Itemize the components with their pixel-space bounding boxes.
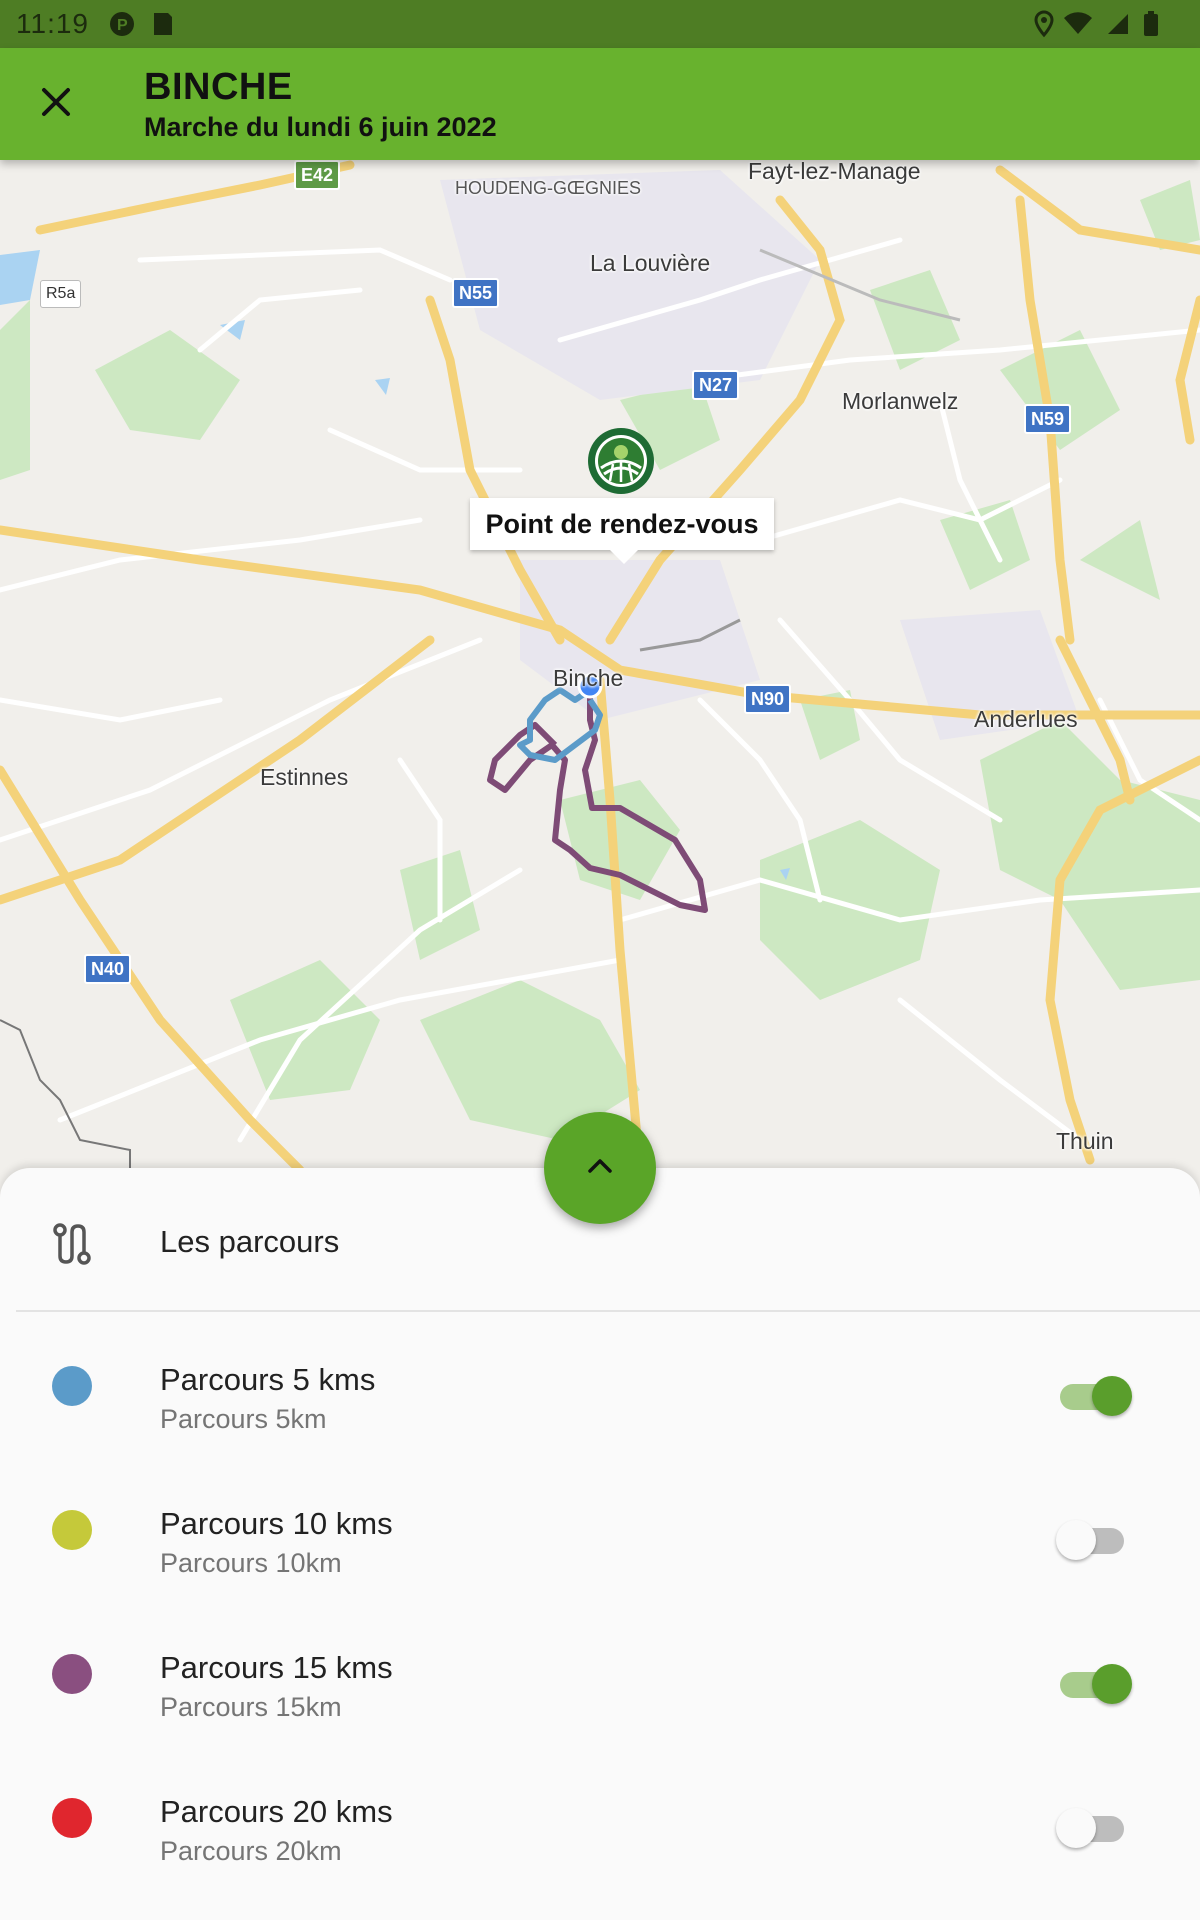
sheet-divider	[16, 1310, 1200, 1312]
map-label-anderlues: Anderlues	[974, 706, 1078, 732]
status-bar: 11:19 P	[0, 0, 1200, 48]
system-icons	[1034, 10, 1184, 43]
route-row-5km[interactable]: Parcours 5 kms Parcours 5km	[0, 1340, 1200, 1484]
app-bar: BINCHE Marche du lundi 6 juin 2022	[0, 48, 1200, 160]
route-title: Parcours 20 kms	[160, 1794, 393, 1829]
meeting-point-callout[interactable]: Point de rendez-vous	[470, 498, 774, 564]
map-view[interactable]: HOUDENG-GŒGNIES Fayt-lez-Manage La Louvi…	[0, 160, 1200, 1170]
route-color-dot	[52, 1510, 92, 1550]
route-subtitle: Parcours 10km	[160, 1548, 342, 1578]
close-button[interactable]	[28, 76, 84, 132]
sheet-title: Les parcours	[160, 1224, 340, 1259]
route-color-dot	[52, 1366, 92, 1406]
map-label-binche: Binche	[553, 665, 624, 691]
map-label-thuin: Thuin	[1056, 1128, 1114, 1154]
close-icon	[41, 87, 71, 122]
status-time: 11:19	[16, 8, 89, 39]
map-label-estinnes: Estinnes	[260, 764, 349, 790]
route-subtitle: Parcours 15km	[160, 1692, 342, 1722]
expand-sheet-button[interactable]	[544, 1112, 656, 1224]
notification-icons: P	[108, 10, 178, 43]
route-title: Parcours 15 kms	[160, 1650, 393, 1685]
route-color-dot	[52, 1798, 92, 1838]
map-label-houdeng: HOUDENG-GŒGNIES	[455, 178, 642, 198]
route-row-20km[interactable]: Parcours 20 kms Parcours 20km	[0, 1772, 1200, 1916]
route-row-10km[interactable]: Parcours 10 kms Parcours 10km	[0, 1484, 1200, 1628]
map-label-morlanwelz: Morlanwelz	[842, 388, 959, 414]
road-shield-n90: N90	[744, 684, 792, 714]
routes-sheet: Les parcours Parcours 5 kms Parcours 5km…	[0, 1168, 1200, 1920]
map-label-la-louviere: La Louvière	[590, 250, 711, 276]
road-shield-n40: N40	[84, 954, 132, 984]
road-shield-r5a: R5a	[40, 280, 82, 308]
meeting-point-icon	[588, 428, 654, 494]
route-title: Parcours 5 kms	[160, 1362, 376, 1397]
road-shield-n55: N55	[452, 278, 500, 308]
page-title: BINCHE	[144, 66, 293, 108]
route-icon	[52, 1222, 92, 1271]
svg-text:P: P	[117, 17, 128, 34]
route-color-dot	[52, 1654, 92, 1694]
route-subtitle: Parcours 20km	[160, 1836, 342, 1866]
road-shield-e42: E42	[294, 160, 341, 190]
route-toggle-15km[interactable]	[1056, 1658, 1132, 1706]
road-shield-n59: N59	[1024, 404, 1072, 434]
route-toggle-5km[interactable]	[1056, 1370, 1132, 1418]
route-title: Parcours 10 kms	[160, 1506, 393, 1541]
route-toggle-20km[interactable]	[1056, 1802, 1132, 1850]
route-subtitle: Parcours 5km	[160, 1404, 327, 1434]
chevron-up-icon	[585, 1156, 615, 1181]
page-subtitle: Marche du lundi 6 juin 2022	[144, 112, 497, 142]
meeting-point-marker[interactable]	[586, 428, 656, 656]
road-shield-n27: N27	[692, 370, 740, 400]
map-label-fayt: Fayt-lez-Manage	[748, 160, 921, 184]
route-row-15km[interactable]: Parcours 15 kms Parcours 15km	[0, 1628, 1200, 1772]
route-toggle-10km[interactable]	[1056, 1514, 1132, 1562]
